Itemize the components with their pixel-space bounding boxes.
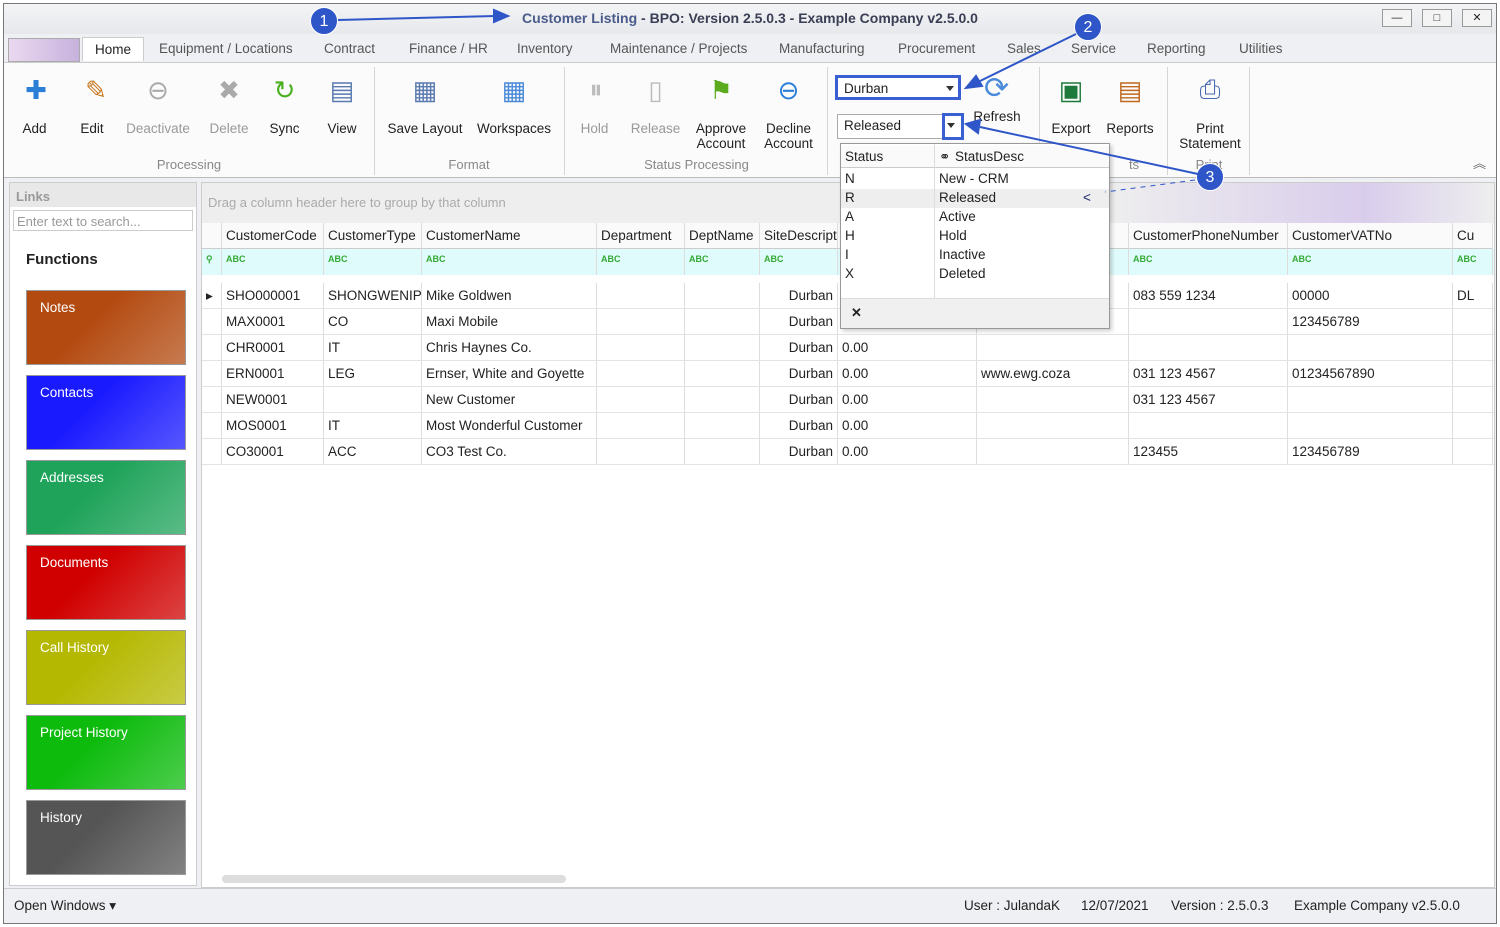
annotation-arrows	[337, 8, 1199, 193]
